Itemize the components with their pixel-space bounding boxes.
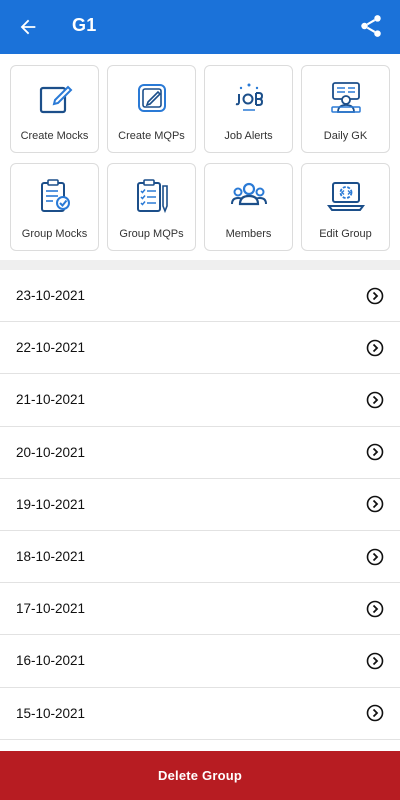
date-label: 18-10-2021 <box>16 549 86 565</box>
group-screen: G1 Create Mocks Create MQPs Job Alerts D… <box>0 0 400 800</box>
date-label: 21-10-2021 <box>16 392 86 408</box>
edit-group-icon <box>326 176 366 216</box>
tile-label: Create MQPs <box>118 130 185 142</box>
tile-job-alerts[interactable]: Job Alerts <box>204 65 293 153</box>
tile-label: Group MQPs <box>119 228 184 240</box>
date-label: 23-10-2021 <box>16 288 86 304</box>
date-label: 16-10-2021 <box>16 653 86 669</box>
job-alert-icon <box>229 78 269 118</box>
page-title: G1 <box>72 15 97 35</box>
list-item[interactable]: 15-10-2021 <box>0 688 400 740</box>
tile-group-mocks[interactable]: Group Mocks <box>10 163 99 251</box>
tile-label: Edit Group <box>319 228 372 240</box>
members-icon <box>229 176 269 216</box>
tile-members[interactable]: Members <box>204 163 293 251</box>
tile-group-mqps[interactable]: Group MQPs <box>107 163 196 251</box>
list-item[interactable]: 21-10-2021 <box>0 374 400 427</box>
clipboard-list-icon <box>132 176 172 216</box>
tile-label: Members <box>225 228 272 240</box>
list-item[interactable]: 22-10-2021 <box>0 322 400 375</box>
arrow-left-icon <box>20 19 36 35</box>
back-button[interactable] <box>14 13 42 41</box>
delete-group-button[interactable]: Delete Group <box>0 751 400 800</box>
date-label: 19-10-2021 <box>16 496 86 512</box>
chevron-right-circle-icon <box>366 339 384 357</box>
tile-label: Group Mocks <box>21 228 88 240</box>
feature-grid: Create Mocks Create MQPs Job Alerts Dail… <box>10 65 390 251</box>
chevron-right-circle-icon <box>366 704 384 722</box>
tile-create-mocks[interactable]: Create Mocks <box>10 65 99 153</box>
list-item[interactable]: 19-10-2021 <box>0 479 400 531</box>
edit-document-icon <box>132 78 172 118</box>
tile-label: Create Mocks <box>20 130 89 142</box>
section-divider <box>0 260 400 270</box>
tile-daily-gk[interactable]: Daily GK <box>301 65 390 153</box>
list-item[interactable]: 23-10-2021 <box>0 270 400 323</box>
list-item[interactable]: 20-10-2021 <box>0 427 400 479</box>
date-label: 22-10-2021 <box>16 340 86 356</box>
daily-gk-icon <box>326 78 366 118</box>
chevron-right-circle-icon <box>366 287 384 305</box>
date-label: 20-10-2021 <box>16 444 86 460</box>
tile-edit-group[interactable]: Edit Group <box>301 163 390 251</box>
tile-label: Daily GK <box>323 130 368 142</box>
chevron-right-circle-icon <box>366 600 384 618</box>
clipboard-check-icon <box>35 176 75 216</box>
tile-label: Job Alerts <box>224 130 273 142</box>
list-item[interactable]: 18-10-2021 <box>0 531 400 584</box>
list-item[interactable]: 16-10-2021 <box>0 635 400 688</box>
chevron-right-circle-icon <box>366 391 384 409</box>
date-list: 23-10-2021 22-10-2021 21-10-2021 20-10-2… <box>0 270 400 740</box>
share-button[interactable] <box>356 11 386 41</box>
chevron-right-circle-icon <box>366 548 384 566</box>
date-label: 17-10-2021 <box>16 601 86 617</box>
edit-square-icon <box>35 78 75 118</box>
app-bar: G1 <box>0 0 400 54</box>
share-icon <box>361 15 381 37</box>
chevron-right-circle-icon <box>366 652 384 670</box>
date-label: 15-10-2021 <box>16 705 86 721</box>
tile-create-mqps[interactable]: Create MQPs <box>107 65 196 153</box>
chevron-right-circle-icon <box>366 495 384 513</box>
chevron-right-circle-icon <box>366 443 384 461</box>
list-item[interactable]: 17-10-2021 <box>0 583 400 636</box>
